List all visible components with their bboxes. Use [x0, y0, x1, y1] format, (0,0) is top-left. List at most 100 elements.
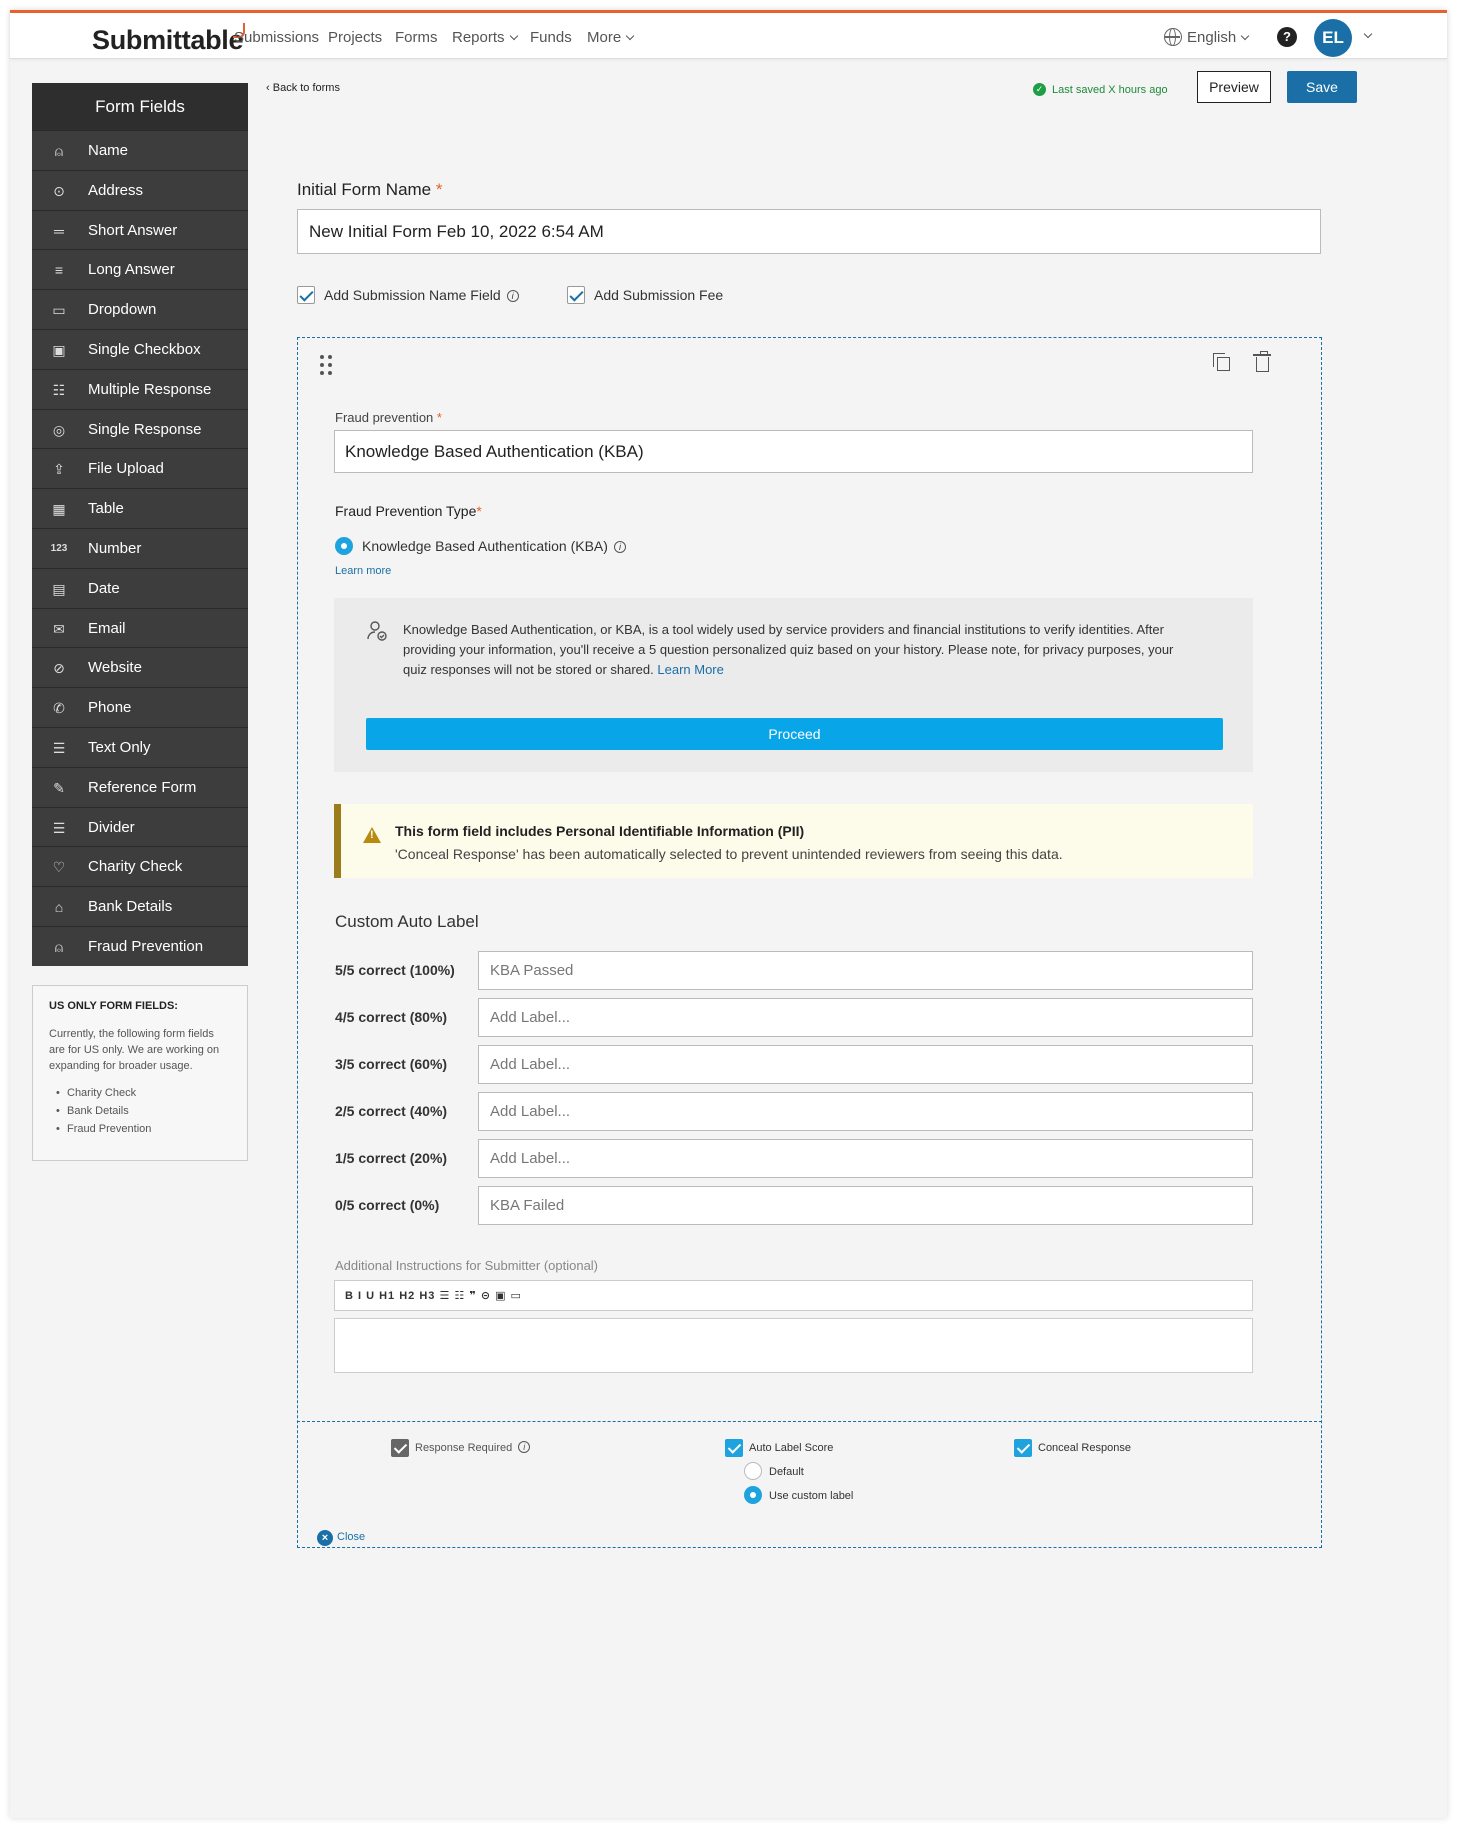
preview-button[interactable]: Preview — [1197, 71, 1271, 103]
us-only-title: US ONLY FORM FIELDS: — [49, 1000, 178, 1012]
link-icon: ⊘ — [53, 660, 65, 677]
panel-divider — [297, 1421, 1322, 1422]
text-lock-icon: ☰ — [52, 739, 66, 756]
list-item: Charity Check — [49, 1084, 231, 1102]
sidebar-item-divider[interactable]: ☰ Divider — [32, 806, 248, 847]
us-only-text: Currently, the following form fields are… — [49, 1028, 220, 1072]
globe-icon — [1164, 27, 1182, 46]
kba-radio[interactable] — [335, 537, 353, 555]
sidebar-item-table[interactable]: ▦ Table — [32, 488, 248, 528]
sidebar-item-address[interactable]: ⊙ Address — [32, 169, 248, 210]
default-label-radio[interactable] — [744, 1462, 762, 1480]
response-required-checkbox[interactable] — [391, 1439, 409, 1457]
pii-warning: This form field includes Personal Identi… — [334, 804, 1253, 878]
person-icon: ⍝ — [54, 143, 64, 159]
nav-funds[interactable]: Funds — [530, 29, 572, 46]
info-icon[interactable]: i — [518, 1441, 531, 1453]
sidebar-item-single-response[interactable]: ◎ Single Response — [32, 408, 248, 449]
sidebar-item-bank-details[interactable]: ⌂ Bank Details — [32, 886, 248, 926]
sidebar-item-reference-form[interactable]: ✎ Reference Form — [32, 766, 248, 807]
divider-icon: ☰ — [52, 819, 66, 836]
sidebar-title: Form Fields — [32, 83, 248, 130]
chevron-down-icon — [1240, 31, 1250, 41]
us-only-notice: US ONLY FORM FIELDS: Currently, the foll… — [32, 985, 248, 1161]
label-input-0[interactable]: KBA Failed — [478, 1186, 1253, 1225]
close-button[interactable]: × Close — [317, 1530, 377, 1546]
sidebar-item-fraud-prevention[interactable]: ⍝ Fraud Prevention — [32, 925, 248, 966]
language-selector[interactable]: English — [1187, 29, 1250, 46]
info-icon[interactable]: i — [506, 290, 519, 302]
nav-more[interactable]: More — [587, 29, 635, 46]
back-to-forms-link[interactable]: ‹ Back to forms — [266, 82, 340, 94]
close-label: Close — [337, 1531, 366, 1543]
form-fields-sidebar: Form Fields ⍝ Name ⊙ Address ═ Short Answer… — [32, 83, 248, 966]
conceal-response-label: Conceal Response — [1038, 1442, 1131, 1454]
sidebar-item-date[interactable]: ▤ Date — [32, 567, 248, 608]
save-button[interactable]: Save — [1287, 71, 1357, 103]
calendar-icon: ▤ — [52, 580, 66, 597]
nav-reports[interactable]: Reports — [452, 29, 518, 46]
kba-learn-more-link[interactable]: Learn More — [657, 662, 723, 677]
nav-projects[interactable]: Projects — [328, 29, 382, 46]
auto-label-score-checkbox[interactable] — [725, 1439, 743, 1457]
hand-heart-icon: ♡ — [52, 859, 66, 876]
sidebar-item-website[interactable]: ⊘ Website — [32, 647, 248, 687]
sidebar-item-single-checkbox[interactable]: ▣ Single Checkbox — [32, 328, 248, 369]
label-input-80[interactable]: Add Label... — [478, 998, 1253, 1037]
add-submission-name-checkbox[interactable] — [297, 286, 315, 304]
sidebar-item-phone[interactable]: ✆ Phone — [32, 687, 248, 727]
label-input-100[interactable]: KBA Passed — [478, 951, 1253, 990]
sidebar-item-short-answer[interactable]: ═ Short Answer — [32, 209, 248, 250]
upload-icon: ⇪ — [53, 461, 65, 478]
nav-submissions[interactable]: Submissions — [234, 29, 319, 46]
sidebar-item-email[interactable]: ✉ Email — [32, 607, 248, 648]
score-label-80: 4/5 correct (80%) — [335, 1009, 448, 1025]
label-input-60[interactable]: Add Label... — [478, 1045, 1253, 1084]
top-navigation-bar: Submittable Submissions Projects Forms R… — [10, 10, 1447, 59]
sidebar-item-text-only[interactable]: ☰ Text Only — [32, 726, 248, 767]
label-input-20[interactable]: Add Label... — [478, 1139, 1253, 1178]
kba-description: Knowledge Based Authentication, or KBA, … — [403, 622, 1174, 677]
last-saved-status: Last saved X hours ago — [1052, 84, 1168, 96]
proceed-button[interactable]: Proceed — [366, 718, 1223, 750]
copy-icon[interactable] — [1213, 353, 1230, 371]
sidebar-item-number[interactable]: 123 Number — [32, 527, 248, 568]
multi-checkbox-icon: ☷ — [52, 381, 66, 398]
drag-handle-icon[interactable] — [320, 355, 332, 377]
conceal-response-checkbox[interactable] — [1014, 1439, 1032, 1457]
sidebar-item-dropdown[interactable]: ▭ Dropdown — [32, 289, 248, 329]
radio-list-icon: ◎ — [52, 421, 66, 438]
score-label-40: 2/5 correct (40%) — [335, 1103, 448, 1119]
nav-forms[interactable]: Forms — [395, 29, 438, 46]
sidebar-item-file-upload[interactable]: ⇪ File Upload — [32, 448, 248, 488]
sidebar-item-charity-check[interactable]: ♡ Charity Check — [32, 846, 248, 886]
number-icon: 123 — [50, 542, 68, 554]
add-submission-fee-label: Add Submission Fee — [594, 287, 724, 303]
instructions-editor[interactable] — [334, 1318, 1253, 1373]
add-submission-fee-checkbox[interactable] — [567, 286, 585, 304]
label-input-40[interactable]: Add Label... — [478, 1092, 1253, 1131]
initial-form-name-input[interactable]: New Initial Form Feb 10, 2022 6:54 AM — [297, 209, 1321, 254]
fraud-type-label: Fraud Prevention Type* — [335, 503, 482, 519]
sidebar-item-multiple-response[interactable]: ☷ Multiple Response — [32, 368, 248, 409]
user-avatar[interactable]: EL — [1314, 19, 1352, 57]
rich-text-toolbar[interactable]: B I U H1 H2 H3 ☰ ☷ ❞ ⊝ ▣ ▭ — [334, 1280, 1253, 1311]
trash-icon[interactable] — [1253, 351, 1271, 372]
chevron-down-icon[interactable] — [1363, 29, 1373, 39]
phone-icon: ✆ — [53, 700, 65, 717]
learn-more-link[interactable]: Learn more — [335, 565, 391, 577]
logo[interactable]: Submittable — [92, 25, 244, 56]
field-title-input[interactable]: Knowledge Based Authentication (KBA) — [334, 430, 1253, 473]
custom-label-radio[interactable] — [744, 1486, 762, 1504]
check-circle-icon: ✓ — [1033, 83, 1046, 96]
sidebar-item-name[interactable]: ⍝ Name — [32, 130, 248, 170]
info-icon[interactable]: i — [613, 541, 626, 553]
sidebar-item-long-answer[interactable]: ≡ Long Answer — [32, 249, 248, 289]
help-icon[interactable]: ? — [1277, 27, 1297, 47]
auto-label-score-label: Auto Label Score — [749, 1442, 834, 1454]
pii-warning-title: This form field includes Personal Identi… — [395, 823, 805, 839]
bank-icon: ⌂ — [54, 899, 64, 916]
list-item: Fraud Prevention — [49, 1120, 231, 1138]
person-check-icon — [367, 621, 387, 641]
chevron-down-icon — [625, 31, 635, 41]
